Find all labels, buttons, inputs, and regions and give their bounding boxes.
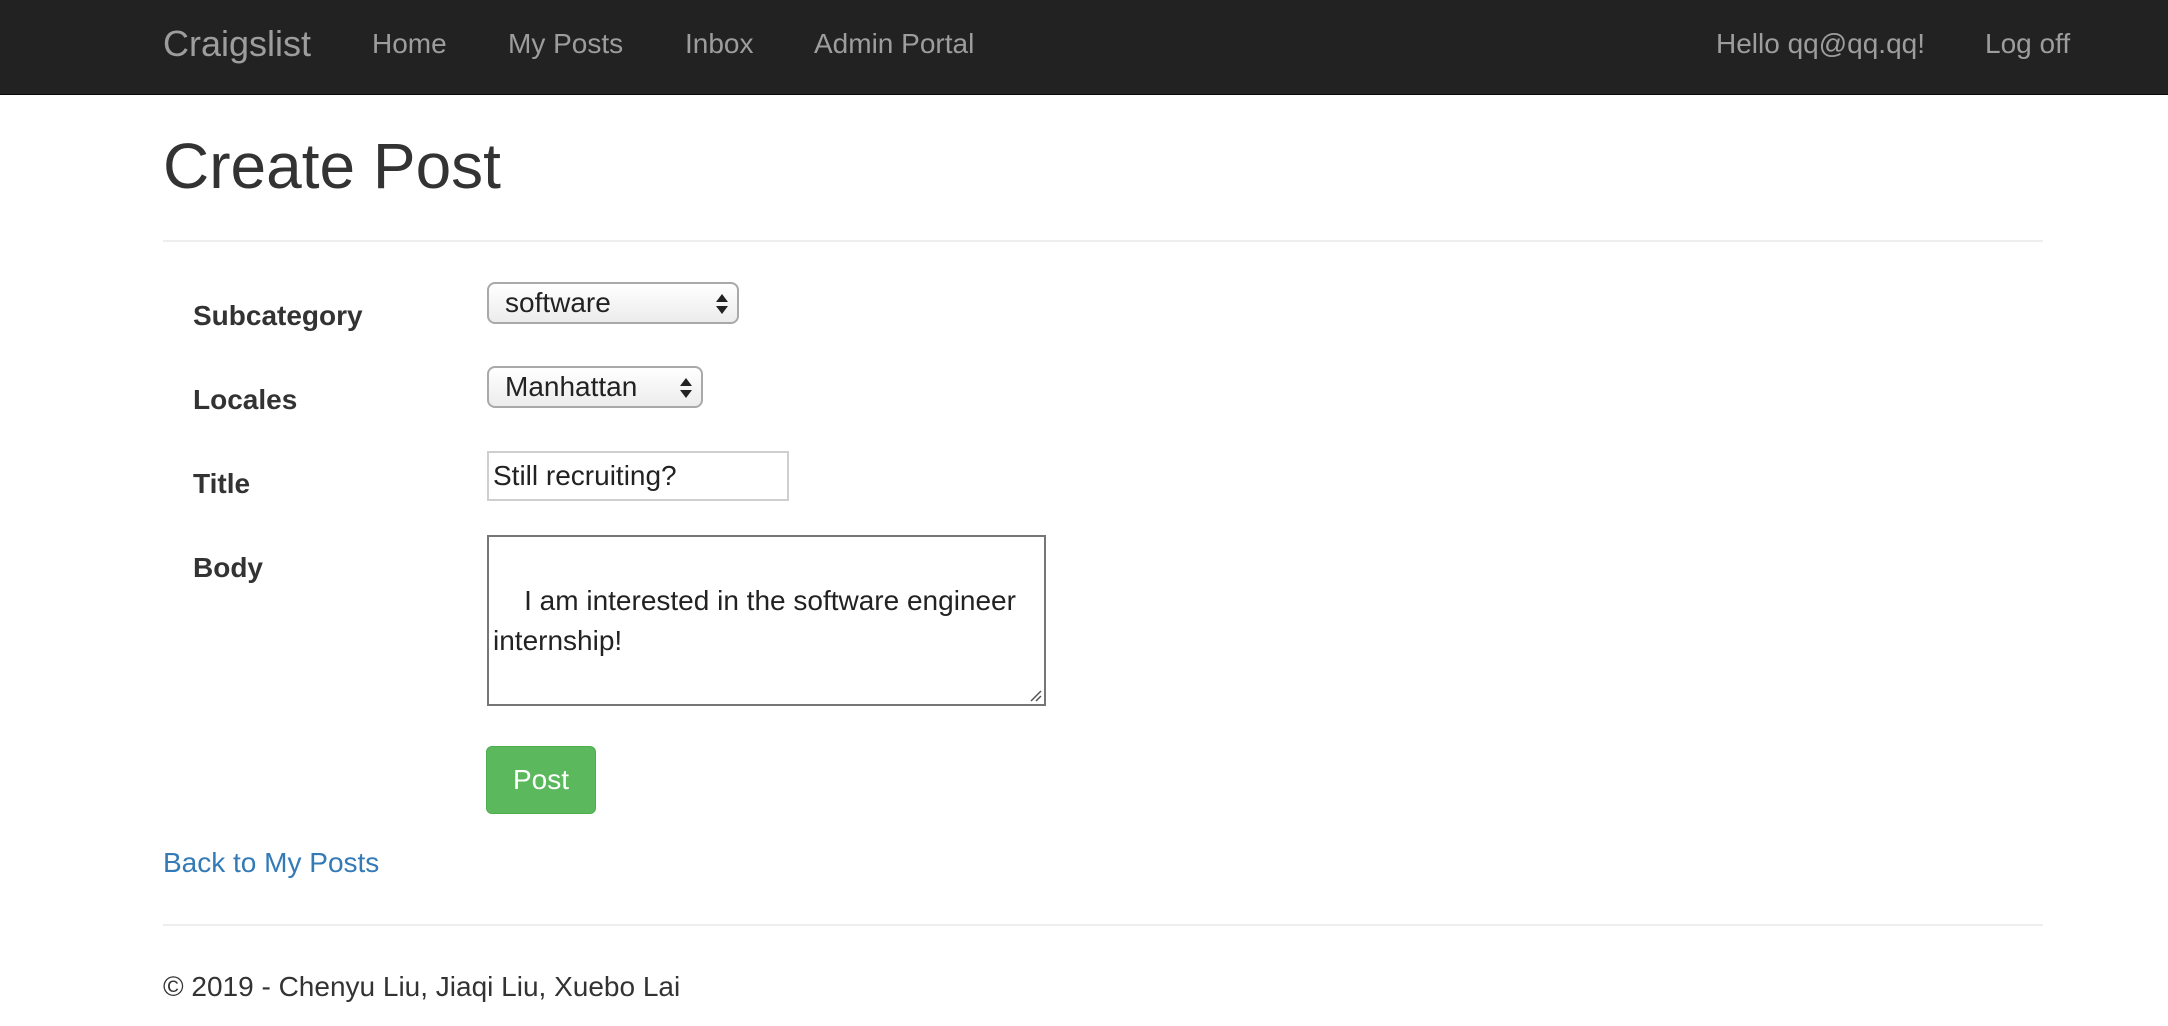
nav-inbox-link[interactable]: Inbox [685,0,754,88]
nav-my-posts-link[interactable]: My Posts [508,0,623,88]
select-arrows-icon [680,378,692,398]
back-to-my-posts-link[interactable]: Back to My Posts [163,846,379,880]
log-off-link[interactable]: Log off [1985,0,2070,88]
body-textarea[interactable]: I am interested in the software engineer… [487,535,1046,706]
brand-link[interactable]: Craigslist [163,0,311,88]
top-navbar: Craigslist Home My Posts Inbox Admin Por… [0,0,2168,95]
locales-select-value: Manhattan [505,371,638,402]
nav-admin-portal-link[interactable]: Admin Portal [814,0,974,88]
title-input[interactable]: Still recruiting? [487,451,789,501]
resize-handle-icon[interactable] [1028,688,1042,702]
user-greeting-link[interactable]: Hello qq@qq.qq! [1716,0,1925,88]
locales-label: Locales [193,384,298,415]
footer-copyright: © 2019 - Chenyu Liu, Jiaqi Liu, Xuebo La… [163,971,681,1002]
locales-select[interactable]: Manhattan [487,366,703,408]
body-label: Body [193,552,263,583]
footer-divider [163,924,2043,926]
body-text: I am interested in the software engineer… [493,585,1024,656]
subcategory-label: Subcategory [193,300,363,331]
page-title: Create Post [163,130,501,202]
subcategory-select[interactable]: software [487,282,739,324]
select-arrows-icon [716,294,728,314]
subcategory-select-value: software [505,287,611,318]
post-button[interactable]: Post [486,746,596,814]
nav-home-link[interactable]: Home [372,0,447,88]
title-label: Title [193,468,251,499]
title-divider [163,240,2043,242]
